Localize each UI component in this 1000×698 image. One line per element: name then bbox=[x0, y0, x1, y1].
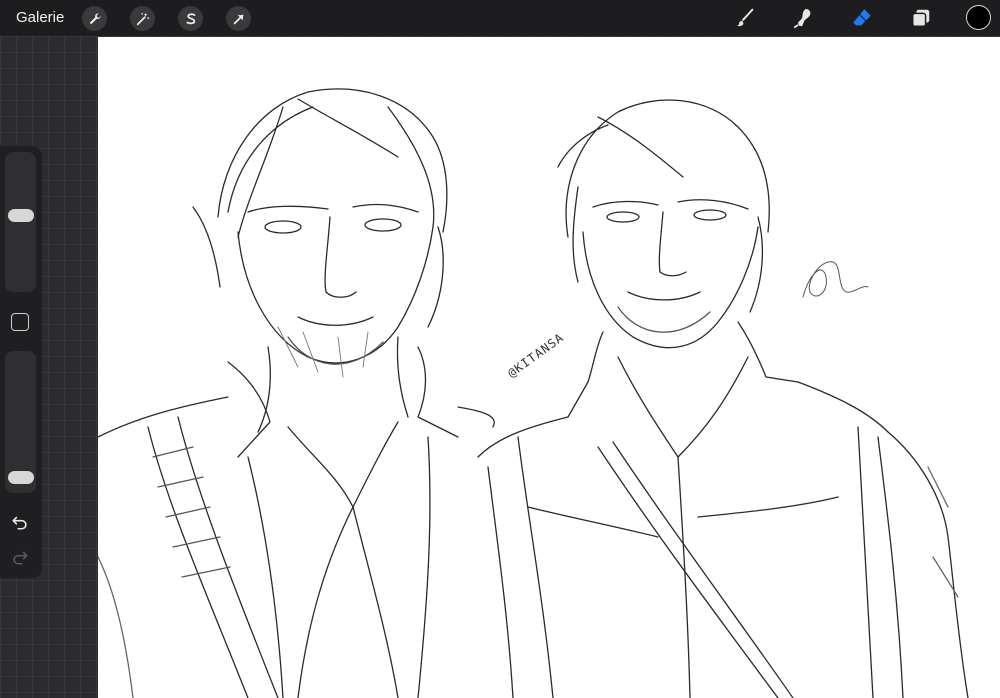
gallery-button[interactable]: Galerie bbox=[16, 9, 64, 26]
smudge-icon bbox=[793, 8, 811, 29]
modify-button[interactable] bbox=[11, 313, 29, 331]
brush-size-handle[interactable] bbox=[8, 209, 34, 223]
color-picker-swatch[interactable] bbox=[966, 5, 991, 30]
adjustments-button[interactable] bbox=[130, 6, 155, 31]
brush-tool-button[interactable] bbox=[732, 5, 758, 31]
brush-size-slider[interactable] bbox=[5, 152, 36, 292]
undo-arrow-icon bbox=[12, 516, 27, 530]
magic-wand-icon bbox=[136, 12, 149, 25]
transform-button[interactable] bbox=[226, 6, 251, 31]
actions-button[interactable] bbox=[82, 6, 107, 31]
redo-arrow-icon bbox=[13, 551, 28, 565]
smudge-tool-button[interactable] bbox=[790, 5, 816, 31]
eraser-tool-button[interactable] bbox=[849, 5, 875, 31]
layers-button[interactable] bbox=[908, 5, 934, 31]
pencil-sketch-artwork bbox=[98, 88, 969, 698]
undo-button[interactable] bbox=[9, 511, 31, 533]
redo-button[interactable] bbox=[9, 546, 31, 568]
brush-icon bbox=[737, 8, 754, 27]
eraser-icon bbox=[853, 9, 871, 26]
opacity-slider[interactable] bbox=[5, 351, 36, 493]
top-toolbar: Galerie bbox=[0, 0, 1000, 36]
wrench-icon bbox=[89, 12, 101, 24]
drawing-canvas[interactable]: @KITANSA bbox=[98, 37, 1000, 698]
left-sidebar bbox=[0, 146, 42, 578]
selection-button[interactable] bbox=[178, 6, 203, 31]
arrow-cursor-icon bbox=[233, 14, 243, 24]
opacity-handle[interactable] bbox=[8, 470, 34, 484]
selection-s-icon bbox=[185, 12, 195, 24]
layers-icon bbox=[912, 9, 930, 27]
